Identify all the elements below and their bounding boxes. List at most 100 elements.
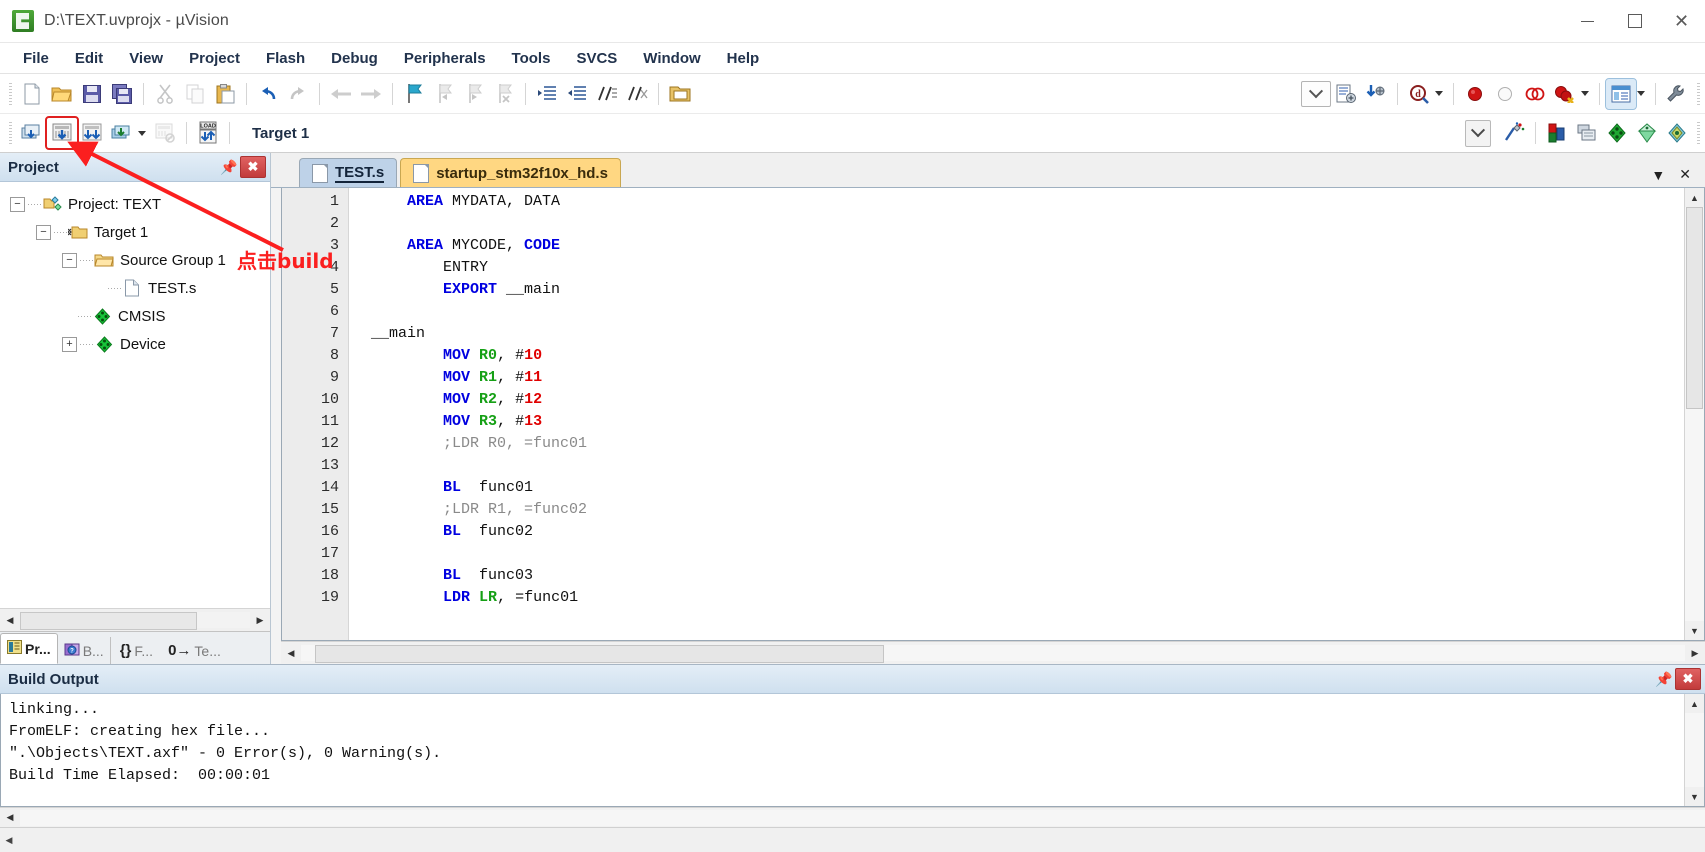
pack-installer-icon[interactable]	[1602, 118, 1632, 148]
editor-vertical-scrollbar[interactable]: ▲ ▼	[1684, 188, 1704, 640]
scroll-track[interactable]	[301, 645, 1685, 663]
scroll-up-icon[interactable]: ▲	[1685, 694, 1704, 713]
find-dropdown-caret-icon[interactable]	[1435, 91, 1443, 96]
tree-item-target[interactable]: − Target 1	[0, 218, 270, 246]
scroll-down-icon[interactable]: ▼	[1685, 621, 1704, 640]
comment-lines-icon[interactable]	[592, 79, 622, 109]
batch-build-icon[interactable]	[107, 118, 137, 148]
scroll-track[interactable]	[20, 809, 1705, 826]
open-file-icon[interactable]	[47, 79, 77, 109]
undo-icon[interactable]	[253, 79, 283, 109]
expander-icon[interactable]: −	[36, 224, 51, 240]
window-manage-icon[interactable]	[1605, 77, 1637, 110]
navigate-forward-icon[interactable]	[356, 79, 386, 109]
paste-icon[interactable]	[210, 79, 240, 109]
find-in-files-icon[interactable]: d	[1404, 79, 1434, 109]
target-dropdown-icon[interactable]	[1465, 119, 1491, 147]
scroll-track[interactable]	[1685, 207, 1704, 621]
status-scroll-left-icon[interactable]: ◀	[0, 831, 18, 849]
breakpoint-kill-all-icon[interactable]	[1550, 79, 1580, 109]
cut-icon[interactable]	[150, 79, 180, 109]
menu-debug[interactable]: Debug	[318, 46, 391, 71]
scroll-thumb[interactable]	[315, 645, 885, 663]
project-tree[interactable]: − Project: TEXT − Target 1 − Source Grou…	[0, 182, 270, 608]
project-panel-close-icon[interactable]: ✖	[240, 156, 266, 178]
breakpoint-disable-icon[interactable]	[1490, 79, 1520, 109]
new-file-icon[interactable]	[17, 79, 47, 109]
toolbar-grip-end[interactable]	[1697, 82, 1700, 105]
menu-edit[interactable]: Edit	[62, 46, 116, 71]
scroll-left-icon[interactable]: ◀	[281, 643, 301, 663]
redo-icon[interactable]	[283, 79, 313, 109]
tree-item-source-group[interactable]: − Source Group 1	[0, 246, 270, 274]
pin-icon[interactable]: 📌	[218, 156, 240, 178]
scroll-up-icon[interactable]: ▲	[1685, 188, 1704, 207]
multi-project-icon[interactable]	[1572, 118, 1602, 148]
build-target-icon[interactable]	[45, 116, 79, 150]
navigate-back-icon[interactable]	[326, 79, 356, 109]
rebuild-all-icon[interactable]	[77, 118, 107, 148]
indent-left-icon[interactable]	[562, 79, 592, 109]
dropdown-combo-icon[interactable]	[1301, 80, 1331, 107]
minimize-button[interactable]	[1564, 0, 1611, 42]
window-dropdown-caret-icon[interactable]	[1637, 91, 1645, 96]
close-icon[interactable]: ✕	[1679, 166, 1691, 183]
open-folder-window-icon[interactable]	[665, 79, 695, 109]
tree-item-test-s[interactable]: TEST.s	[0, 274, 270, 302]
build-toolbar-grip[interactable]	[9, 122, 12, 144]
build-output-horizontal-scrollbar[interactable]: ◀	[0, 807, 1705, 828]
breakpoint-dropdown-caret-icon[interactable]	[1581, 91, 1589, 96]
expander-icon[interactable]: −	[62, 252, 77, 268]
tree-item-cmsis[interactable]: CMSIS	[0, 302, 270, 330]
toolbar-grip[interactable]	[9, 82, 12, 105]
editor-horizontal-scrollbar[interactable]: ◀ ▶	[281, 641, 1705, 664]
menu-file[interactable]: File	[10, 46, 62, 71]
breakpoint-insert-icon[interactable]	[1460, 79, 1490, 109]
copy-icon[interactable]	[180, 79, 210, 109]
translate-file-icon[interactable]	[17, 118, 47, 148]
menu-peripherals[interactable]: Peripherals	[391, 46, 499, 71]
menu-flash[interactable]: Flash	[253, 46, 318, 71]
target-options-icon[interactable]	[1499, 118, 1529, 148]
scroll-down-icon[interactable]: ▼	[1685, 787, 1704, 806]
download-icon[interactable]: LOAD	[193, 118, 223, 148]
menu-view[interactable]: View	[116, 46, 176, 71]
configure-tools-icon[interactable]	[1662, 79, 1692, 109]
manage-runtime-env-icon[interactable]	[1632, 118, 1662, 148]
chevron-down-icon[interactable]: ▼	[1651, 167, 1665, 183]
close-button[interactable]: ✕	[1658, 0, 1705, 42]
menu-svcs[interactable]: SVCS	[563, 46, 630, 71]
manage-components-icon[interactable]	[1542, 118, 1572, 148]
tab-templates[interactable]: 0→ Te...	[159, 637, 227, 664]
project-horizontal-scrollbar[interactable]: ◀ ▶	[0, 608, 270, 631]
tab-books[interactable]: ? B...	[58, 637, 110, 664]
menu-window[interactable]: Window	[630, 46, 713, 71]
tab-project[interactable]: Pr...	[0, 633, 58, 664]
scroll-left-icon[interactable]: ◀	[0, 807, 20, 828]
bookmark-clear-icon[interactable]	[489, 79, 519, 109]
scroll-right-icon[interactable]: ▶	[1685, 643, 1705, 663]
scroll-right-icon[interactable]: ▶	[250, 610, 270, 630]
batch-build-caret-icon[interactable]	[138, 130, 146, 136]
bookmark-prev-icon[interactable]	[429, 79, 459, 109]
editor-tab-test-s[interactable]: TEST.s	[299, 158, 398, 187]
editor-tab-startup[interactable]: startup_stm32f10x_hd.s	[400, 158, 621, 187]
build-output-close-icon[interactable]: ✖	[1675, 668, 1701, 690]
scroll-thumb[interactable]	[20, 612, 197, 630]
breakpoint-disable-all-icon[interactable]	[1520, 79, 1550, 109]
build-output-text[interactable]: linking... FromELF: creating hex file...…	[1, 694, 1684, 806]
bookmark-toggle-icon[interactable]	[399, 79, 429, 109]
build-toolbar-grip-end[interactable]	[1697, 122, 1700, 144]
expander-icon[interactable]: −	[10, 196, 25, 212]
scroll-left-icon[interactable]: ◀	[0, 610, 20, 630]
scroll-track[interactable]	[20, 612, 250, 630]
indent-right-icon[interactable]	[532, 79, 562, 109]
save-icon[interactable]	[77, 79, 107, 109]
insert-download-icon[interactable]	[1361, 79, 1391, 109]
pin-icon[interactable]: 📌	[1653, 668, 1675, 690]
configure-target-icon[interactable]	[1331, 79, 1361, 109]
code-text[interactable]: AREA MYDATA, DATA AREA MYCODE, CODE ENTR…	[349, 188, 1684, 640]
code-area[interactable]: 1 2 3 4 5 6 7 8 9 10 11 12 13 14 15 16 1…	[282, 188, 1684, 640]
bookmark-next-icon[interactable]	[459, 79, 489, 109]
tree-item-device[interactable]: + Device	[0, 330, 270, 358]
